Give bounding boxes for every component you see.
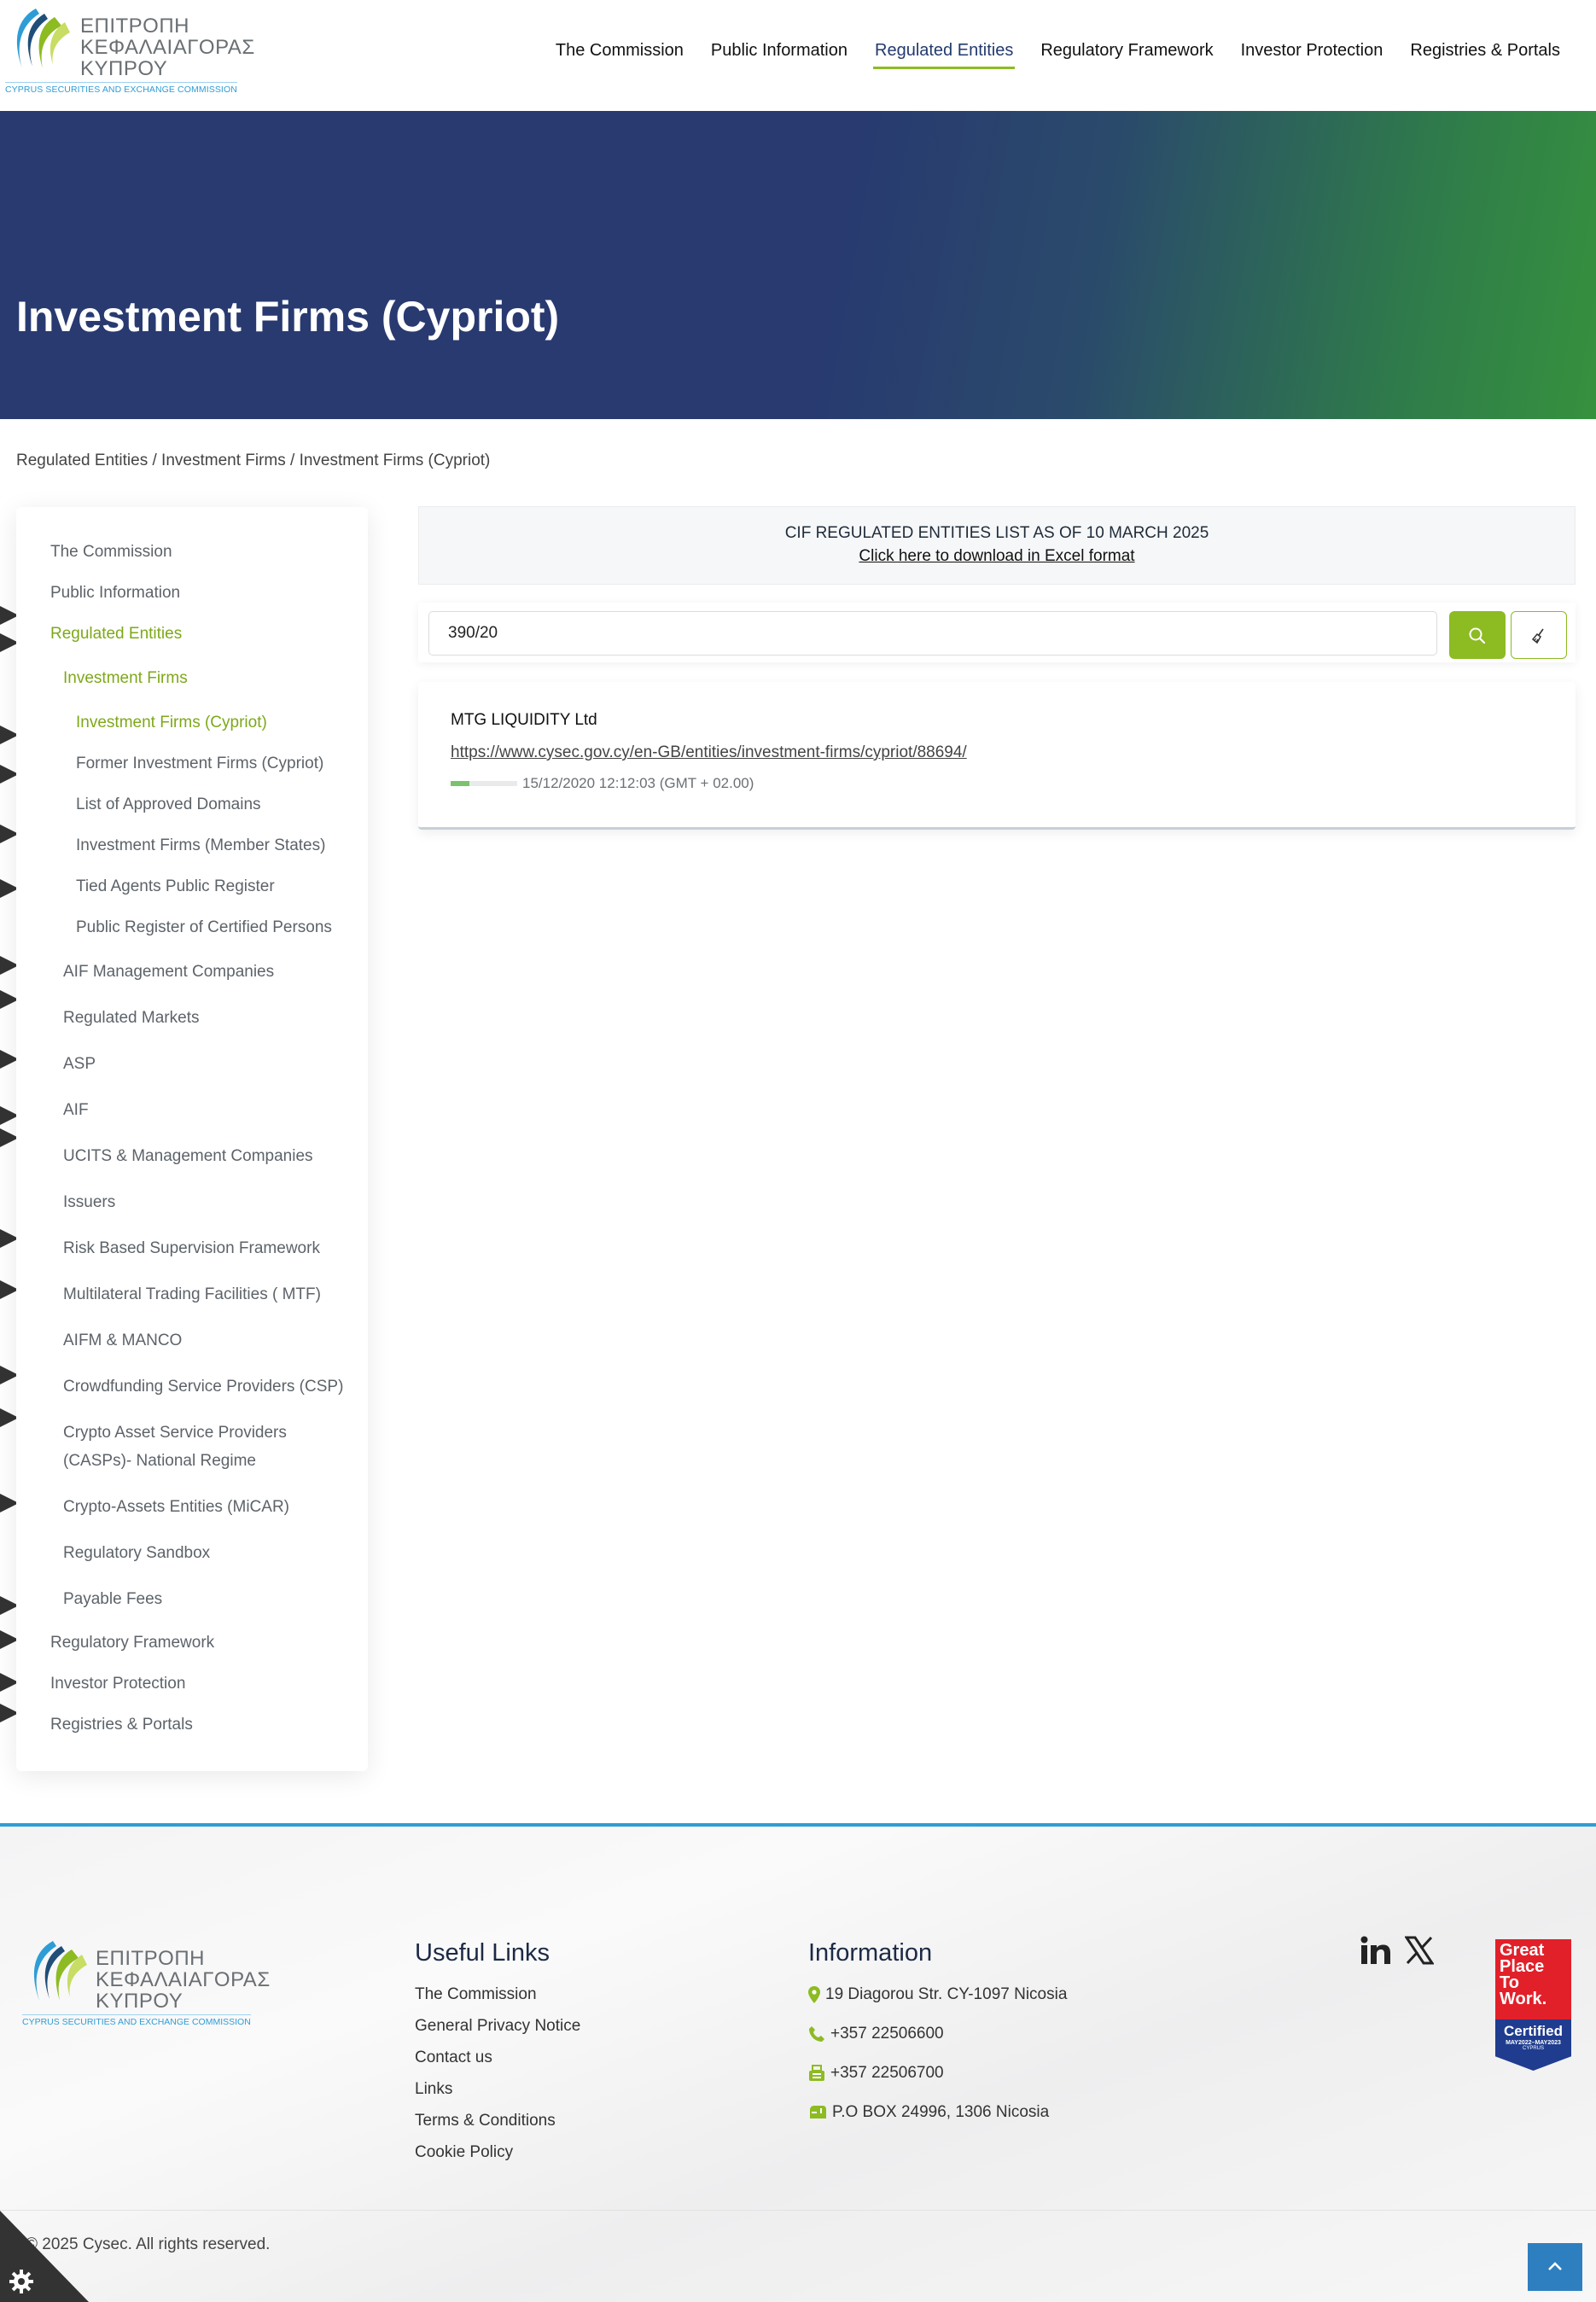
sidebar-item-public-information[interactable]: Public Information <box>50 579 180 607</box>
sidebar-item-regulatory-framework[interactable]: Regulatory Framework <box>50 1629 214 1657</box>
notice-title: CIF REGULATED ENTITIES LIST AS OF 10 MAR… <box>784 524 1209 542</box>
nav-regulatory-framework[interactable]: Regulatory Framework <box>1027 38 1226 69</box>
result-relevance-fill <box>451 781 469 786</box>
search-button[interactable] <box>1449 611 1506 659</box>
sidebar-item-the-commission[interactable]: The Commission <box>50 538 172 566</box>
sidebar-item-casps-line1: Crypto Asset Service Providers <box>63 1424 287 1442</box>
result-entity-link[interactable]: https://www.cysec.gov.cy/en-GB/entities/… <box>451 743 967 762</box>
footer-po-box: P.O BOX 24996, 1306 Nicosia <box>808 2103 1049 2122</box>
linkedin-link[interactable] <box>1360 1936 1391 1969</box>
footer-logo[interactable]: ΕΠΙΤΡΟΠΗ ΚΕΦΑΛΑΙΑΓΟΡΑΣ ΚΥΠΡΟΥ CYPRUS SEC… <box>22 1939 270 2028</box>
sidebar-nav: The Commission Public Information Regula… <box>16 507 368 1771</box>
page-title: Investment Firms (Cypriot) <box>16 293 560 341</box>
sidebar-item-regulated-entities[interactable]: Regulated Entities <box>50 620 182 648</box>
search-icon <box>1469 627 1486 644</box>
footer-link-links[interactable]: Links <box>415 2080 452 2099</box>
x-icon <box>1404 1936 1435 1965</box>
great-place-to-work-badge: Great Place To Work. Certified MAY2022–M… <box>1495 1939 1571 2071</box>
broom-icon <box>1531 628 1544 644</box>
search-bar <box>418 603 1576 662</box>
sidebar-item-approved-domains[interactable]: List of Approved Domains <box>76 790 261 819</box>
sidebar-item-asp[interactable]: ASP <box>63 1050 96 1078</box>
clear-search-button[interactable] <box>1511 611 1567 659</box>
sidebar-item-payable-fees[interactable]: Payable Fees <box>63 1585 162 1613</box>
sidebar-item-investor-protection[interactable]: Investor Protection <box>50 1670 185 1698</box>
result-relevance-bar <box>451 781 517 786</box>
site-header: ΕΠΙΤΡΟΠΗ ΚΕΦΑΛΑΙΑΓΟΡΑΣ ΚΥΠΡΟΥ CYPRUS SEC… <box>0 0 1596 111</box>
footer-link-contact-us[interactable]: Contact us <box>415 2048 492 2067</box>
nav-public-information[interactable]: Public Information <box>697 38 861 69</box>
sidebar-item-aif-management[interactable]: AIF Management Companies <box>63 958 274 986</box>
cookie-settings-gear-icon[interactable] <box>9 2269 34 2294</box>
sidebar-item-regulated-markets[interactable]: Regulated Markets <box>63 1004 199 1032</box>
search-result-card: MTG LIQUIDITY Ltd https://www.cysec.gov.… <box>418 682 1576 830</box>
sidebar-item-investment-firms-cypriot[interactable]: Investment Firms (Cypriot) <box>76 708 267 737</box>
mailbox-icon <box>810 2106 826 2118</box>
search-input[interactable] <box>428 611 1437 656</box>
copyright: © 2025 Cysec. All rights reserved. <box>26 2235 271 2253</box>
logo-english-text: CYPRUS SECURITIES AND EXCHANGE COMMISSIO… <box>5 82 237 95</box>
footer-link-terms[interactable]: Terms & Conditions <box>415 2112 556 2130</box>
result-date: 15/12/2020 12:12:03 (GMT + 02.00) <box>522 775 754 791</box>
sidebar-item-casps-line2: (CASPs)- National Regime <box>63 1452 256 1470</box>
footer-logo-english-text: CYPRUS SECURITIES AND EXCHANGE COMMISSIO… <box>22 2014 251 2027</box>
phone-icon <box>809 2026 824 2042</box>
footer-fax: +357 22506700 <box>808 2064 944 2083</box>
hero-banner: Investment Firms (Cypriot) <box>0 111 1596 419</box>
result-entity-name: MTG LIQUIDITY Ltd <box>451 711 597 729</box>
cysec-logo[interactable]: ΕΠΙΤΡΟΠΗ ΚΕΦΑΛΑΙΑΓΟΡΑΣ ΚΥΠΡΟΥ CYPRUS SEC… <box>5 7 254 96</box>
logo-mark-icon <box>16 9 70 68</box>
useful-links-title: Useful Links <box>415 1939 550 1967</box>
sidebar-item-issuers[interactable]: Issuers <box>63 1188 115 1216</box>
location-pin-icon <box>808 1986 820 2003</box>
breadcrumb[interactable]: Regulated Entities / Investment Firms / … <box>16 452 490 470</box>
footer-logo-greek-text: ΕΠΙΤΡΟΠΗ ΚΕΦΑΛΑΙΑΓΟΡΑΣ ΚΥΠΡΟΥ <box>96 1947 271 2013</box>
sidebar-item-certified-persons[interactable]: Public Register of Certified Persons <box>76 913 332 941</box>
regulated-list-notice: CIF REGULATED ENTITIES LIST AS OF 10 MAR… <box>418 506 1576 585</box>
logo-greek-text: ΕΠΙΤΡΟΠΗ ΚΕΦΑΛΑΙΑΓΟΡΑΣ ΚΥΠΡΟΥ <box>80 15 255 80</box>
x-link[interactable] <box>1404 1936 1435 1969</box>
linkedin-icon <box>1360 1936 1390 1964</box>
nav-regulated-entities[interactable]: Regulated Entities <box>861 38 1027 69</box>
sidebar-item-risk-based-supervision[interactable]: Risk Based Supervision Framework <box>63 1234 320 1262</box>
nav-investor-protection[interactable]: Investor Protection <box>1227 38 1397 69</box>
sidebar-item-former-investment-firms[interactable]: Former Investment Firms (Cypriot) <box>76 749 323 778</box>
information-title: Information <box>808 1939 933 1967</box>
site-footer: ΕΠΙΤΡΟΠΗ ΚΕΦΑΛΑΙΑΓΟΡΑΣ ΚΥΠΡΟΥ CYPRUS SEC… <box>0 1823 1596 2302</box>
gptw-title: Great Place To Work. <box>1495 1939 1571 2021</box>
footer-link-cookie-policy[interactable]: Cookie Policy <box>415 2143 513 2162</box>
excel-download-link[interactable]: Click here to download in Excel format <box>419 547 1575 566</box>
gptw-certified: Certified MAY2022–MAY2023 CYPRUS <box>1495 2019 1571 2071</box>
fax-icon <box>809 2065 824 2081</box>
sidebar-item-ucits[interactable]: UCITS & Management Companies <box>63 1142 313 1170</box>
footer-address: 19 Diagorou Str. CY-1097 Nicosia <box>808 1985 1067 2004</box>
sidebar-item-tied-agents[interactable]: Tied Agents Public Register <box>76 872 275 900</box>
sidebar-item-investment-firms[interactable]: Investment Firms <box>63 664 188 692</box>
sidebar-item-mtf[interactable]: Multilateral Trading Facilities ( MTF) <box>63 1280 321 1308</box>
back-to-top-button[interactable] <box>1528 2243 1582 2291</box>
sidebar-item-regulatory-sandbox[interactable]: Regulatory Sandbox <box>63 1539 210 1567</box>
sidebar-item-csp[interactable]: Crowdfunding Service Providers (CSP) <box>63 1372 343 1401</box>
nav-the-commission[interactable]: The Commission <box>542 38 697 69</box>
sidebar-item-aifm-manco[interactable]: AIFM & MANCO <box>63 1326 182 1355</box>
sidebar-item-micar[interactable]: Crypto-Assets Entities (MiCAR) <box>63 1493 289 1521</box>
chevron-up-icon <box>1548 2261 1562 2270</box>
sidebar-item-registries-portals[interactable]: Registries & Portals <box>50 1710 193 1739</box>
footer-link-the-commission[interactable]: The Commission <box>415 1985 537 2004</box>
footer-logo-mark-icon <box>33 1941 87 2001</box>
sidebar-item-aif[interactable]: AIF <box>63 1096 89 1124</box>
nav-registries-portals[interactable]: Registries & Portals <box>1396 38 1574 69</box>
sidebar-item-casps[interactable]: Crypto Asset Service Providers (CASPs)- … <box>63 1419 287 1475</box>
footer-link-privacy-notice[interactable]: General Privacy Notice <box>415 2017 580 2036</box>
main-nav: The Commission Public Information Regula… <box>542 38 1574 69</box>
footer-phone[interactable]: +357 22506600 <box>808 2025 944 2043</box>
footer-divider <box>0 2210 1596 2211</box>
sidebar-item-investment-firms-member-states[interactable]: Investment Firms (Member States) <box>76 831 325 860</box>
